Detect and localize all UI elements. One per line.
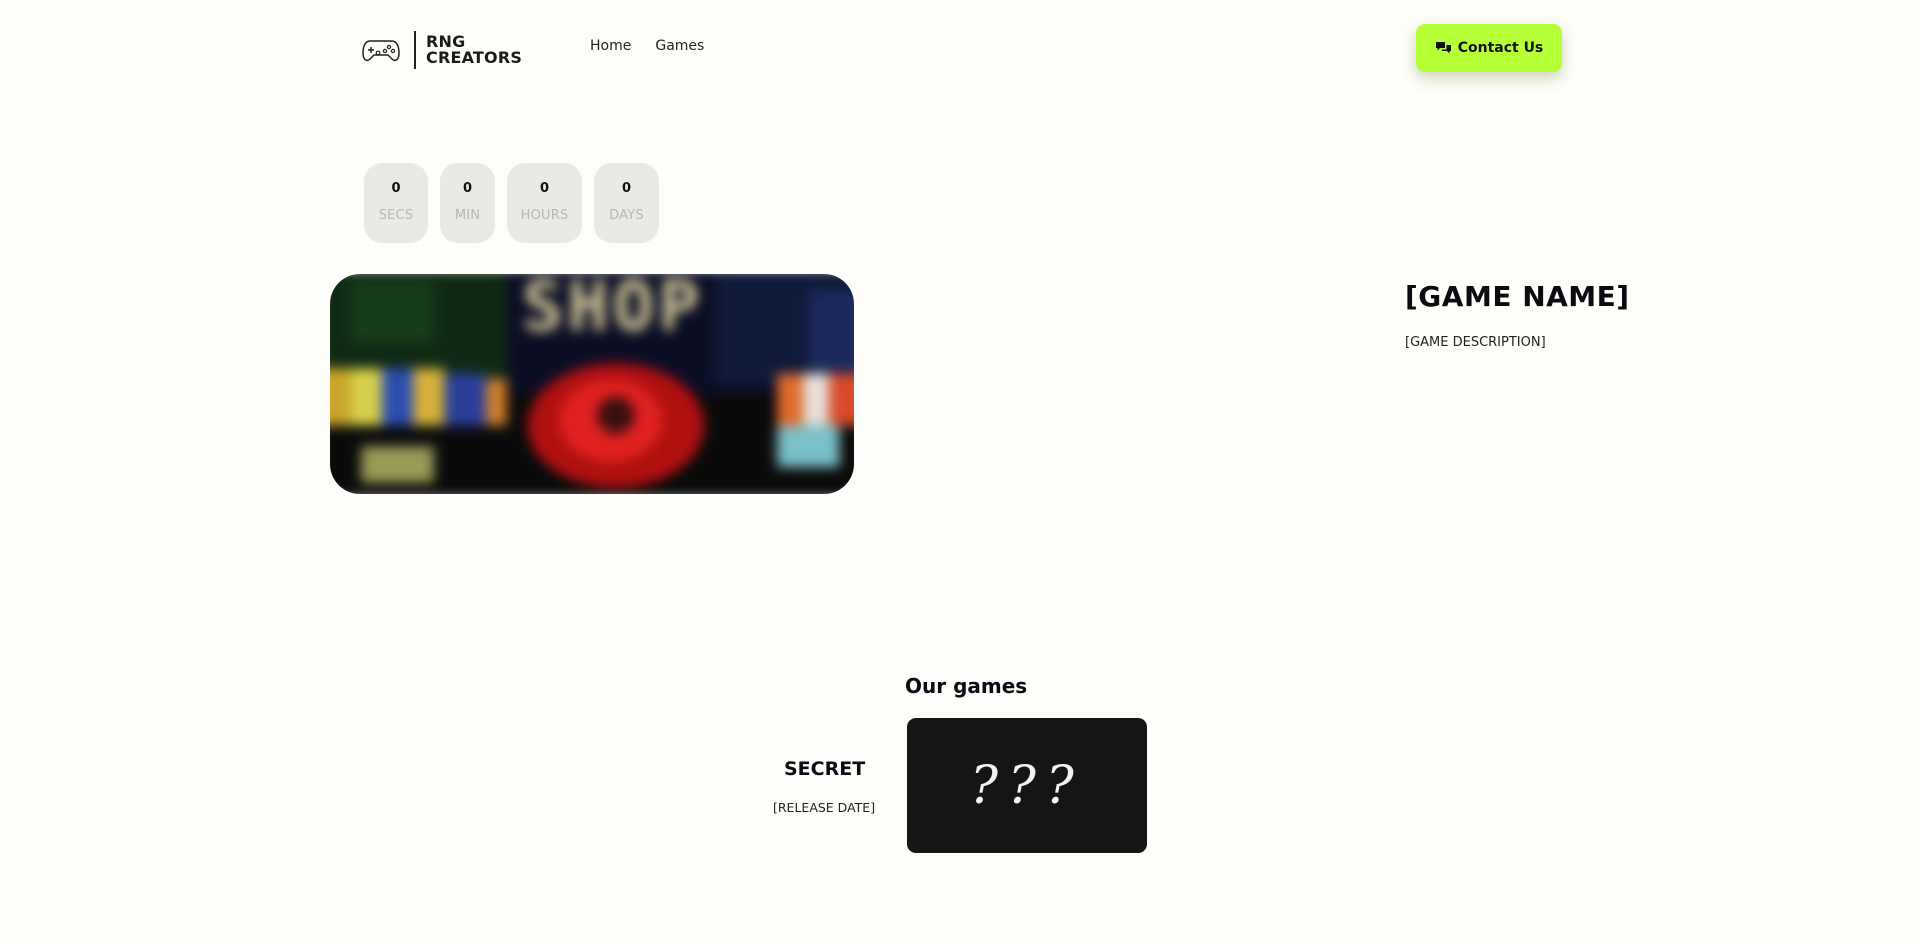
countdown-days-value: 0 [621, 181, 632, 196]
countdown-hours-value: 0 [539, 181, 550, 196]
countdown-days-label: DAYS [609, 208, 644, 223]
countdown-hours: 0 HOURS [507, 163, 582, 243]
logo-text: RNG CREATORS [426, 34, 522, 66]
countdown-min-label: MIN [454, 208, 481, 223]
chat-bubbles-icon [1435, 42, 1451, 54]
logo-line-2: CREATORS [426, 48, 523, 67]
countdown-secs: 0 SECS [364, 163, 428, 243]
countdown-secs-value: 0 [391, 181, 401, 196]
site-logo[interactable]: RNG CREATORS [362, 30, 522, 70]
our-games-heading: Our games [905, 674, 1028, 698]
main-nav: Home Games [590, 38, 704, 54]
featured-game-image: SHOP [330, 274, 854, 494]
secret-game-placeholder: ??? [970, 755, 1084, 816]
shop-scene-image: SHOP [330, 274, 854, 494]
game-release-date: [RELEASE DATE] [773, 800, 876, 815]
gamepad-icon [362, 40, 400, 62]
secret-game-card[interactable]: ??? [907, 718, 1147, 853]
nav-games[interactable]: Games [655, 38, 704, 54]
nav-home[interactable]: Home [590, 38, 631, 54]
featured-game-description: [GAME DESCRIPTION] [1405, 335, 1546, 350]
countdown-secs-label: SECS [378, 208, 414, 223]
featured-game-name: [GAME NAME] [1405, 280, 1630, 313]
countdown-hours-label: HOURS [520, 208, 569, 223]
countdown-days: 0 DAYS [594, 163, 659, 243]
countdown-min-value: 0 [462, 181, 473, 196]
logo-divider [414, 31, 416, 69]
game-title: SECRET [784, 758, 866, 780]
svg-text:SHOP: SHOP [522, 274, 704, 347]
countdown-min: 0 MIN [440, 163, 495, 243]
contact-us-label: Contact Us [1457, 40, 1544, 56]
contact-us-button[interactable]: Contact Us [1416, 24, 1562, 72]
